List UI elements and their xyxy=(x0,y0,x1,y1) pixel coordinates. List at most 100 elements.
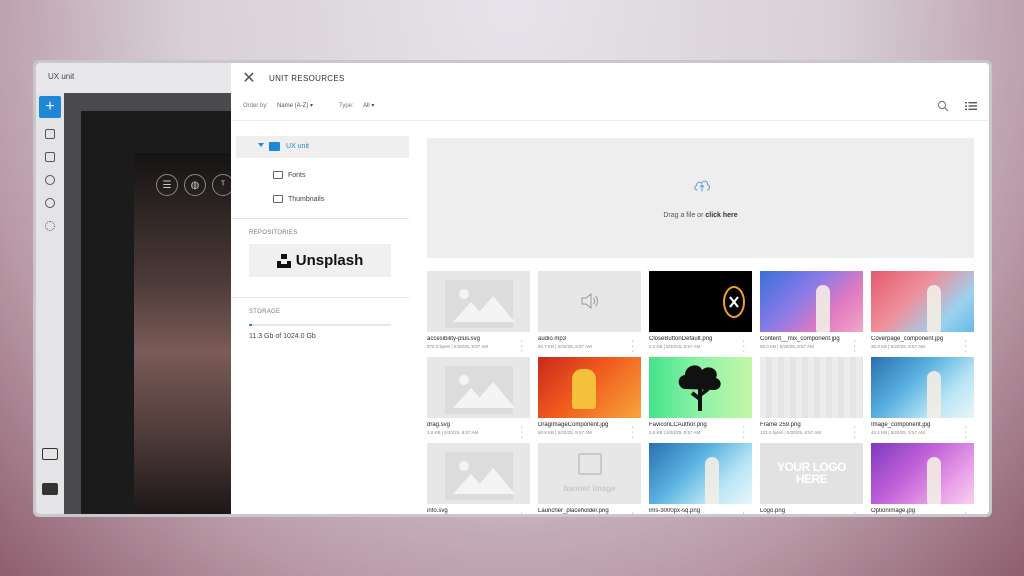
file-thumbnail[interactable] xyxy=(427,271,530,332)
file-card[interactable]: accesibility-plus.svg 875.0 bytes | 5/20/… xyxy=(427,271,530,355)
close-button[interactable]: ✕ xyxy=(241,71,257,87)
more-options-icon[interactable]: ··· xyxy=(632,338,634,355)
more-options-icon[interactable]: ··· xyxy=(632,510,634,514)
file-thumbnail[interactable] xyxy=(538,357,641,418)
tree-item-ux-unit[interactable]: UX unit xyxy=(236,136,409,158)
more-options-icon[interactable]: ··· xyxy=(521,338,523,355)
background-title: UX unit xyxy=(48,72,75,81)
more-options-icon[interactable]: ··· xyxy=(965,510,967,514)
gear-icon[interactable] xyxy=(39,215,61,237)
divider xyxy=(231,218,409,219)
screen-icon[interactable] xyxy=(42,448,58,460)
more-options-icon[interactable]: ··· xyxy=(854,424,856,441)
person-figure xyxy=(927,457,941,504)
more-options-icon[interactable]: ··· xyxy=(521,510,523,514)
file-card[interactable]: OptionImage.jpg ··· xyxy=(871,443,974,514)
add-button[interactable]: + xyxy=(39,96,61,118)
resources-main: Drag a file or click here accesibility-p… xyxy=(427,138,989,514)
file-name: info.svg xyxy=(427,508,448,514)
file-thumbnail[interactable] xyxy=(871,271,974,332)
file-name: OptionImage.jpg xyxy=(871,508,916,514)
file-card[interactable]: YOUR LOGO HERE Logo.png ··· xyxy=(760,443,863,514)
tree-item-thumbnails[interactable]: Thumbnails xyxy=(271,191,391,209)
file-card[interactable]: lms-3000px-sq.png ··· xyxy=(649,443,752,514)
order-by-dropdown[interactable]: Name (A-Z) ▾ xyxy=(277,102,313,109)
tree-item-fonts[interactable]: Fonts xyxy=(271,167,391,185)
click-here-link[interactable]: click here xyxy=(705,212,737,219)
file-card[interactable]: audio.mp3 94.7 KB | 5/20/25, 8:57 AM · · · xyxy=(538,271,641,355)
file-card[interactable]: DragImageComponent.jpg 60.8 KB | 5/20/25,… xyxy=(538,357,641,441)
file-dropzone[interactable]: Drag a file or click here xyxy=(427,138,974,258)
more-options-icon[interactable]: ··· xyxy=(743,510,745,514)
more-options-icon[interactable]: ··· xyxy=(965,338,967,355)
file-thumbnail[interactable] xyxy=(649,357,752,418)
file-meta: 1.0 KB | 5/20/25, 8:57 AM xyxy=(427,430,479,435)
type-dropdown[interactable]: All ▾ xyxy=(363,102,374,109)
type-label: Type: xyxy=(339,103,354,109)
logo-placeholder-text: YOUR LOGO HERE xyxy=(777,460,846,486)
more-options-icon[interactable]: ··· xyxy=(521,424,523,441)
file-meta: 2.2 KB | 5/20/25, 8:57 AM xyxy=(649,344,701,349)
storage-usage-text: 11.3 Gb of 1024.0 Gb xyxy=(249,333,316,340)
background-topbar: UX unit xyxy=(36,63,231,93)
file-card[interactable]: Frame 259.png 133.0 bytes | 5/20/25, 8:57… xyxy=(760,357,863,441)
file-thumbnail[interactable] xyxy=(760,357,863,418)
more-options-icon[interactable]: ··· xyxy=(965,424,967,441)
file-name: Image_component.jpg xyxy=(871,422,931,428)
file-card[interactable]: CloseButtonDefault.png 2.2 KB | 5/20/25, … xyxy=(649,271,752,355)
file-card[interactable]: info.svg ··· xyxy=(427,443,530,514)
unsplash-repository-button[interactable]: Unsplash xyxy=(249,244,391,277)
folder-icon xyxy=(273,195,283,203)
storage-progress-bar xyxy=(249,324,391,326)
globe-icon[interactable] xyxy=(39,192,61,214)
file-thumbnail[interactable]: YOUR LOGO HERE xyxy=(760,443,863,504)
file-thumbnail[interactable] xyxy=(427,357,530,418)
file-meta: 40.4 KB | 5/20/25, 8:57 AM xyxy=(871,430,925,435)
file-thumbnail[interactable] xyxy=(871,443,974,504)
file-card[interactable]: Image_component.jpg 40.4 KB | 5/20/25, 8:… xyxy=(871,357,974,441)
globe-icon[interactable]: ◍ xyxy=(184,174,206,196)
file-meta: 35.9 KB | 5/20/25, 8:57 AM xyxy=(871,344,925,349)
file-card[interactable]: Content__mix_component.jpg 56.0 KB | 5/20… xyxy=(760,271,863,355)
copy-icon[interactable] xyxy=(39,123,61,145)
file-name: accesibility-plus.svg xyxy=(427,336,481,342)
app-window: UX unit + ☰ ◍ ᵀ ✕ UNIT RESOURCES Order b… xyxy=(33,60,992,517)
image-icon[interactable] xyxy=(39,146,61,168)
file-card[interactable]: FaviconLCAuthor.png 3.8 KB | 5/20/25, 8:5… xyxy=(649,357,752,441)
storage-progress-fill xyxy=(249,324,252,326)
file-thumbnail[interactable] xyxy=(427,443,530,504)
more-options-icon[interactable]: ··· xyxy=(854,338,856,355)
tree-item-label: Fonts xyxy=(288,172,306,179)
menu-icon[interactable]: ☰ xyxy=(156,174,178,196)
palette-icon[interactable] xyxy=(39,169,61,191)
list-view-icon[interactable] xyxy=(965,100,977,112)
speaker-icon xyxy=(581,293,599,309)
file-card[interactable]: banner image Launcher_placeholder.png ··· xyxy=(538,443,641,514)
file-card[interactable]: Coverpage_component.jpg 35.9 KB | 5/20/25… xyxy=(871,271,974,355)
file-thumbnail[interactable]: banner image xyxy=(538,443,641,504)
cloud-upload-icon xyxy=(694,180,710,192)
file-thumbnail[interactable] xyxy=(649,443,752,504)
more-options-icon[interactable]: ··· xyxy=(743,424,745,441)
more-options-icon[interactable]: ··· xyxy=(854,510,856,514)
file-card[interactable]: drag.svg 1.0 KB | 5/20/25, 8:57 AM · · · xyxy=(427,357,530,441)
file-thumbnail[interactable] xyxy=(538,271,641,332)
tree-item-label: UX unit xyxy=(286,143,309,150)
file-meta: 56.0 KB | 5/20/25, 8:57 AM xyxy=(760,344,814,349)
person-figure xyxy=(816,285,830,332)
more-options-icon[interactable]: ··· xyxy=(743,338,745,355)
monitor-icon[interactable] xyxy=(42,483,58,495)
person-figure xyxy=(927,371,941,418)
person-figure xyxy=(572,369,596,409)
more-options-icon[interactable]: ··· xyxy=(632,424,634,441)
file-thumbnail[interactable] xyxy=(760,271,863,332)
search-icon[interactable] xyxy=(937,100,949,112)
file-meta: 133.0 bytes | 5/20/25, 8:57 AM xyxy=(760,430,821,435)
image-placeholder-icon xyxy=(445,280,515,328)
file-name: Coverpage_component.jpg xyxy=(871,336,944,342)
file-name: Logo.png xyxy=(760,508,786,514)
file-thumbnail[interactable] xyxy=(871,357,974,418)
file-thumbnail[interactable] xyxy=(649,271,752,332)
folder-icon xyxy=(269,142,280,151)
unsplash-label: Unsplash xyxy=(295,252,364,269)
